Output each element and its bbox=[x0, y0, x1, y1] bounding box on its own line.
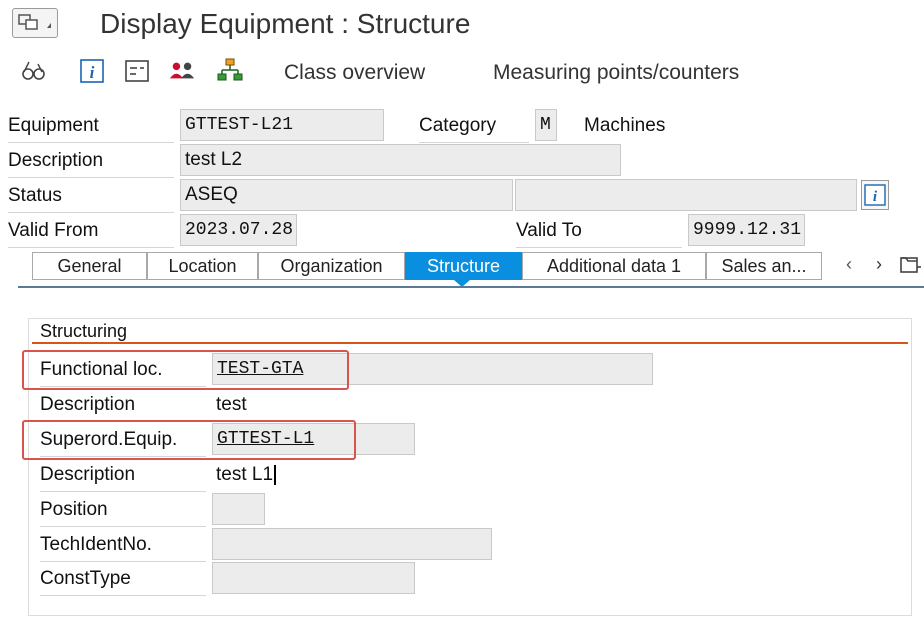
glasses-icon[interactable] bbox=[20, 58, 46, 84]
text-cursor bbox=[274, 464, 277, 485]
hierarchy-icon[interactable] bbox=[217, 58, 243, 84]
category-field[interactable]: M bbox=[535, 109, 557, 141]
consttype-field[interactable] bbox=[212, 562, 415, 594]
position-label: Position bbox=[40, 494, 206, 527]
tab-additional-data-1[interactable]: Additional data 1 bbox=[522, 252, 706, 280]
status-field[interactable]: ASEQ bbox=[180, 179, 513, 211]
status-label: Status bbox=[8, 180, 174, 213]
description-label: Description bbox=[8, 145, 174, 178]
consttype-label: ConstType bbox=[40, 563, 206, 596]
info-icon: i bbox=[864, 184, 886, 206]
category-text: Machines bbox=[584, 115, 666, 136]
techident-label: TechIdentNo. bbox=[40, 529, 206, 562]
tab-organization[interactable]: Organization bbox=[258, 252, 405, 280]
superord-equip-description-text: test L1 bbox=[216, 464, 274, 485]
equipment-label: Equipment bbox=[8, 110, 174, 143]
techident-field[interactable] bbox=[212, 528, 492, 560]
valid-to-label: Valid To bbox=[516, 215, 682, 248]
status-info-button[interactable]: i bbox=[861, 180, 889, 210]
category-label: Category bbox=[419, 110, 529, 143]
tab-list-icon[interactable] bbox=[900, 255, 922, 280]
description-label: Description bbox=[40, 389, 206, 422]
measuring-points-button[interactable]: Measuring points/counters bbox=[493, 61, 739, 85]
tab-location[interactable]: Location bbox=[147, 252, 258, 280]
display-fields-icon[interactable] bbox=[124, 58, 150, 84]
valid-to-field[interactable]: 9999.12.31 bbox=[688, 214, 805, 246]
group-title: Structuring bbox=[40, 321, 128, 341]
info-icon[interactable]: i bbox=[79, 58, 105, 84]
functional-loc-description: test bbox=[216, 394, 247, 415]
valid-from-label: Valid From bbox=[8, 215, 174, 248]
superord-equip-description[interactable]: test L1 bbox=[216, 459, 277, 491]
tab-general[interactable]: General bbox=[32, 252, 147, 280]
class-overview-button[interactable]: Class overview bbox=[284, 61, 425, 85]
superord-equip-highlight bbox=[22, 420, 356, 460]
page-title: Display Equipment : Structure bbox=[100, 8, 471, 39]
valid-from-field[interactable]: 2023.07.28 bbox=[180, 214, 297, 246]
position-field[interactable] bbox=[212, 493, 265, 525]
menu-icon bbox=[18, 14, 51, 30]
tab-structure[interactable]: Structure bbox=[405, 252, 522, 280]
tab-scroll-left-icon[interactable]: ‹ bbox=[846, 254, 852, 275]
description-field[interactable]: test L2 bbox=[180, 144, 621, 176]
equipment-field[interactable]: GTTEST-L21 bbox=[180, 109, 384, 141]
tab-underline bbox=[18, 286, 924, 288]
functional-loc-highlight bbox=[22, 350, 349, 390]
partners-icon[interactable] bbox=[169, 58, 195, 84]
tab-scroll-right-icon[interactable]: › bbox=[876, 254, 882, 275]
group-title-rule bbox=[32, 342, 908, 344]
description-label: Description bbox=[40, 459, 206, 492]
svg-text:i: i bbox=[90, 63, 95, 82]
status-field-2[interactable] bbox=[515, 179, 857, 211]
tab-sales[interactable]: Sales an... bbox=[706, 252, 822, 280]
menu-button[interactable] bbox=[12, 8, 58, 38]
